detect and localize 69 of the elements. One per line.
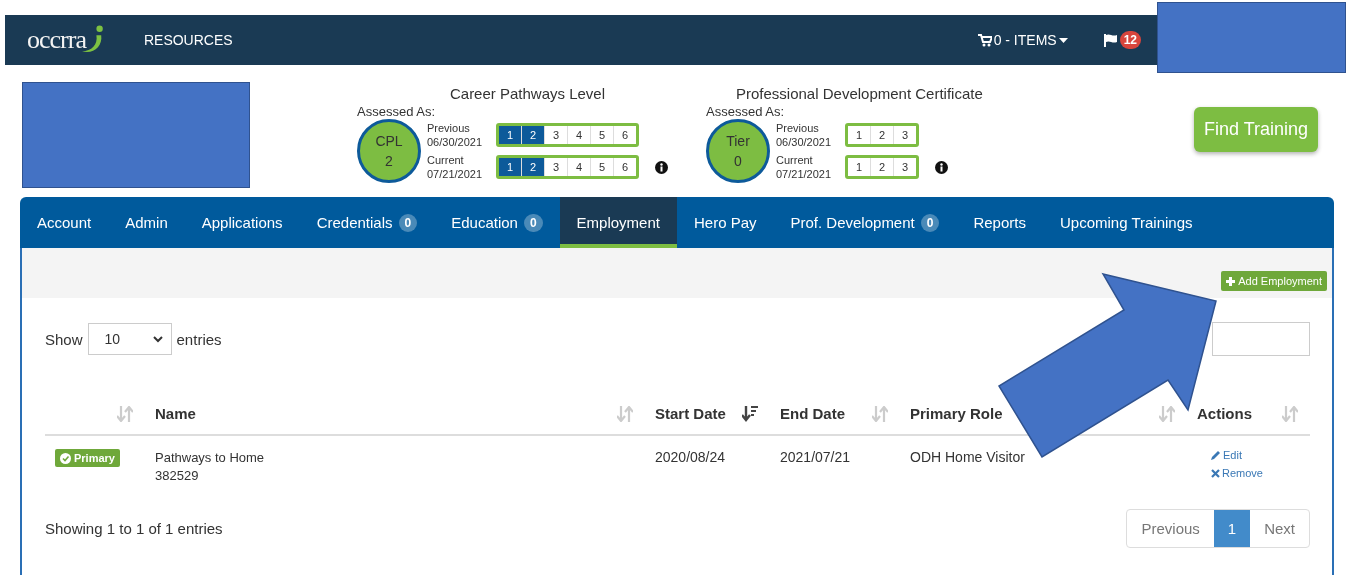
info-icon[interactable]: [935, 160, 948, 174]
column-header[interactable]: Primary Role: [910, 405, 1003, 422]
chevron-icon: [152, 335, 163, 343]
count-badge: 0: [523, 213, 543, 232]
show-label: Show: [45, 330, 83, 348]
table-cell: 2020/08/24: [655, 449, 726, 465]
table-info: Showing 1 to 1 of 1 entries: [45, 520, 223, 537]
primary-badge: Primary: [55, 449, 120, 467]
entries-select[interactable]: 10: [87, 323, 172, 355]
nav-link[interactable]: RESOURCES: [143, 32, 233, 48]
sort-icon[interactable]: [1159, 405, 1175, 422]
count-badge: 0: [398, 213, 418, 232]
pagination-button[interactable]: Previous: [1127, 510, 1214, 547]
sort-descending-icon[interactable]: [742, 405, 758, 422]
entries-label: entries: [176, 330, 222, 348]
tab[interactable]: Employment: [559, 197, 677, 248]
tab[interactable]: Admin: [108, 197, 185, 248]
remove-link[interactable]: Remove: [1211, 467, 1300, 479]
tab[interactable]: Credentials 0: [299, 197, 435, 248]
tab[interactable]: Upcoming Trainings: [1042, 197, 1210, 248]
level-badge: CPL 2: [357, 119, 421, 183]
count-badge: 0: [920, 213, 940, 232]
edit-link[interactable]: Edit: [1211, 449, 1300, 461]
sort-icon[interactable]: [1282, 405, 1298, 422]
table-cell: ODH Home Visitor: [910, 449, 1025, 465]
level-cell: 1: [499, 126, 521, 144]
tab[interactable]: Prof. Development 0: [773, 197, 957, 248]
column-header[interactable]: End Date: [780, 405, 845, 422]
pagination-button[interactable]: Next: [1250, 510, 1309, 547]
search-field[interactable]: [1212, 322, 1310, 356]
level-cell: 2: [521, 126, 544, 144]
table-cell: 2021/07/21: [780, 449, 851, 465]
level-cell: 2: [521, 158, 544, 176]
column-header[interactable]: Name: [155, 405, 196, 422]
tab[interactable]: Account: [20, 197, 109, 248]
level-cell: 1: [499, 158, 521, 176]
plus-icon: [1226, 276, 1236, 286]
tab[interactable]: Education 0: [434, 197, 560, 248]
assessment-title: Career Pathways Level: [448, 85, 607, 102]
level-badge: Tier 0: [706, 119, 770, 183]
assessed-label: Assessed As:: [706, 104, 786, 119]
flag-icon: [1103, 33, 1118, 47]
employer-id: 382529: [155, 467, 200, 485]
pagination-button[interactable]: 1: [1213, 510, 1251, 547]
column-header[interactable]: Actions: [1197, 405, 1252, 422]
info-icon[interactable]: [655, 160, 668, 174]
level-date-label: Current 07/21/2021: [427, 153, 484, 181]
employer-name: Pathways to Home: [155, 449, 266, 467]
tab[interactable]: Reports: [956, 197, 1043, 248]
caret-icon: [1058, 37, 1068, 43]
sort-icon[interactable]: [617, 405, 633, 422]
column-header[interactable]: Start Date: [655, 405, 726, 422]
sort-icon[interactable]: [872, 405, 888, 422]
logo[interactable]: occrra: [27, 22, 106, 58]
assessed-label: Assessed As:: [357, 104, 437, 119]
tab[interactable]: Hero Pay: [676, 197, 774, 248]
close-icon: [1211, 468, 1220, 478]
sort-icon[interactable]: [117, 405, 133, 422]
check-circle-icon: [60, 452, 71, 464]
pencil-icon: [1211, 450, 1221, 460]
notifications-button[interactable]: 12: [1103, 31, 1141, 49]
cart-icon: [977, 33, 992, 47]
level-date-label: Previous 06/30/2021: [776, 121, 833, 149]
assessment-title: Professional Development Certificate: [735, 85, 983, 102]
level-date-label: Current 07/21/2021: [776, 153, 833, 181]
level-date-label: Previous 06/30/2021: [427, 121, 484, 149]
notification-count: 12: [1119, 31, 1141, 49]
tab[interactable]: Applications: [184, 197, 300, 248]
cart-menu[interactable]: 0 - ITEMS: [977, 32, 1068, 48]
